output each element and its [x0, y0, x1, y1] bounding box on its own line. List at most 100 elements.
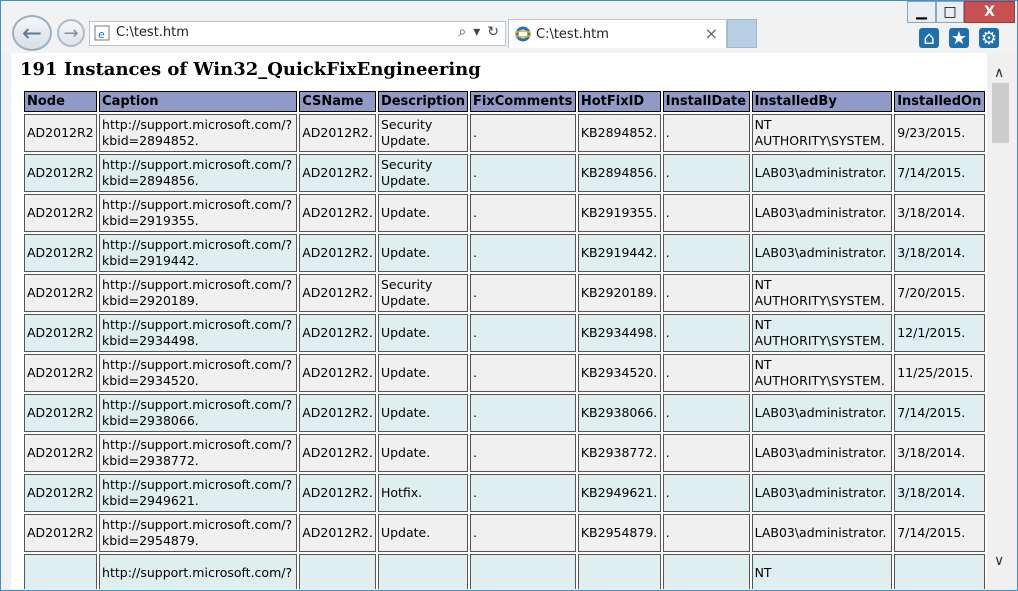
column-header: Node	[24, 91, 98, 112]
table-cell: http://support.microsoft.com/? kbid=29548…	[99, 514, 298, 552]
scroll-thumb[interactable]	[992, 83, 1009, 143]
table-row: AD2012R2 http://support.microsoft.com/? kb…	[24, 394, 985, 432]
table-cell: AD2012R2	[24, 514, 98, 552]
table-cell: LAB03\administrator.	[751, 394, 893, 432]
table-cell: Update.	[377, 194, 469, 232]
scroll-up-icon[interactable]: ∧	[994, 65, 1004, 81]
search-icon[interactable]: ⌕	[458, 24, 466, 40]
table-cell: AD2012R2	[24, 274, 98, 312]
table-cell: .	[470, 274, 576, 312]
cell-text: LAB03\administrator.	[754, 205, 887, 220]
cell-text: NT	[754, 565, 772, 580]
table-cell: .	[470, 474, 576, 512]
refresh-icon[interactable]: ↻	[487, 24, 499, 40]
table-cell: Security Update.	[377, 114, 469, 152]
table-cell: http://support.microsoft.com/? kbid=29201…	[99, 274, 298, 312]
address-text: C:\test.htm	[116, 25, 189, 40]
forward-button[interactable]: →	[57, 19, 85, 47]
cell-text: .	[665, 205, 670, 220]
table-cell: AD2012R2.	[299, 274, 376, 312]
table-cell: Update.	[377, 314, 469, 352]
table-cell: 7/20/2015.	[894, 274, 985, 312]
cell-text: kbid=2919355.	[102, 213, 199, 228]
table-row: AD2012R2 http://support.microsoft.com/? kb…	[24, 274, 985, 312]
cell-text: http://support.microsoft.com/?	[102, 357, 293, 372]
cell-text: .	[473, 445, 478, 460]
cell-text: AD2012R2.	[302, 485, 373, 500]
table-cell: AD2012R2.	[299, 194, 376, 232]
table-row: AD2012R2 http://support.microsoft.com/? kb…	[24, 314, 985, 352]
table-row: AD2012R2 http://support.microsoft.com/? kb…	[24, 114, 985, 152]
cell-text: .	[473, 165, 478, 180]
cell-text: NT	[754, 317, 772, 332]
scroll-down-icon[interactable]: ∨	[994, 553, 1004, 569]
table-cell: NT AUTHORITY\SYSTEM.	[751, 354, 893, 392]
cell-text: AD2012R2.	[302, 525, 373, 540]
table-cell: http://support.microsoft.com/? kbid=29194…	[99, 234, 298, 272]
home-icon[interactable]: ⌂	[919, 28, 939, 49]
table-cell	[894, 554, 985, 589]
table-cell: KB2920189.	[577, 274, 661, 312]
table-cell: .	[662, 314, 750, 352]
table-cell: .	[662, 434, 750, 472]
table-cell: AD2012R2	[24, 234, 98, 272]
cell-text: KB2934498.	[580, 325, 658, 340]
cell-text: KB2894852.	[580, 125, 658, 140]
table-cell: Update.	[377, 514, 469, 552]
tab-active[interactable]: C:\test.htm ×	[508, 19, 727, 48]
cell-text: KB2938066.	[580, 405, 658, 420]
table-cell: AD2012R2.	[299, 354, 376, 392]
close-window-button[interactable]: X	[964, 1, 1015, 23]
cell-text: .	[665, 165, 670, 180]
cell-text: .	[473, 405, 478, 420]
favorites-icon[interactable]: ★	[949, 28, 969, 49]
table-cell: .	[470, 154, 576, 192]
new-tab-button[interactable]	[727, 19, 757, 48]
gear-icon[interactable]: ⚙	[979, 28, 999, 49]
cell-text: Update.	[380, 445, 431, 460]
back-arrow-icon: ←	[21, 19, 43, 47]
table-cell: AD2012R2.	[299, 514, 376, 552]
table-cell: 3/18/2014.	[894, 474, 985, 512]
back-button[interactable]: ←	[12, 15, 52, 51]
table-cell: KB2919442.	[577, 234, 661, 272]
table-cell: AD2012R2.	[299, 474, 376, 512]
cell-text: AUTHORITY\SYSTEM.	[754, 333, 885, 348]
cell-text: kbid=2919442.	[102, 253, 199, 268]
close-icon[interactable]: ×	[705, 24, 718, 43]
cell-text: .	[473, 325, 478, 340]
table-cell: Update.	[377, 394, 469, 432]
address-bar[interactable]: e C:\test.htm ⌕ ▾ ↻	[89, 21, 506, 46]
table-cell: AD2012R2.	[299, 394, 376, 432]
ie-page-icon: e	[94, 25, 110, 41]
cell-text: 11/25/2015.	[897, 365, 974, 380]
cell-text: .	[665, 125, 670, 140]
table-cell: KB2954879.	[577, 514, 661, 552]
table-header-row: Node Caption CSName Description FixComme…	[24, 91, 985, 112]
maximize-button[interactable]: □	[936, 1, 964, 23]
table-cell: .	[662, 234, 750, 272]
table-cell: http://support.microsoft.com/? kbid=28948…	[99, 154, 298, 192]
vertical-scrollbar[interactable]: ∧ ∨	[987, 53, 1016, 589]
cell-text: AD2012R2	[27, 485, 94, 500]
cell-text: KB2934520.	[580, 365, 658, 380]
cell-text: AD2012R2	[27, 325, 94, 340]
cell-text: 3/18/2014.	[897, 485, 966, 500]
cell-text: Security	[380, 277, 433, 292]
cell-text: AD2012R2	[27, 525, 94, 540]
table-cell: http://support.microsoft.com/? kbid=29193…	[99, 194, 298, 232]
table-cell: Hotfix.	[377, 474, 469, 512]
table-cell: AD2012R2	[24, 434, 98, 472]
table-cell	[24, 554, 98, 589]
chevron-down-icon[interactable]: ▾	[473, 24, 480, 40]
table-cell: http://support.microsoft.com/? kbid=29387…	[99, 434, 298, 472]
table-cell: AD2012R2.	[299, 154, 376, 192]
hotfix-table: Node Caption CSName Description FixComme…	[22, 89, 987, 589]
cell-text: LAB03\administrator.	[754, 165, 887, 180]
browser-window: ← → e C:\test.htm ⌕ ▾ ↻ C:\test.htm × ▁ …	[0, 0, 1018, 591]
minimize-button[interactable]: ▁	[907, 1, 936, 23]
cell-text: AD2012R2.	[302, 325, 373, 340]
page-title: 191 Instances of Win32_QuickFixEngineeri…	[20, 59, 481, 80]
cell-text: LAB03\administrator.	[754, 245, 887, 260]
cell-text: KB2919442.	[580, 245, 658, 260]
